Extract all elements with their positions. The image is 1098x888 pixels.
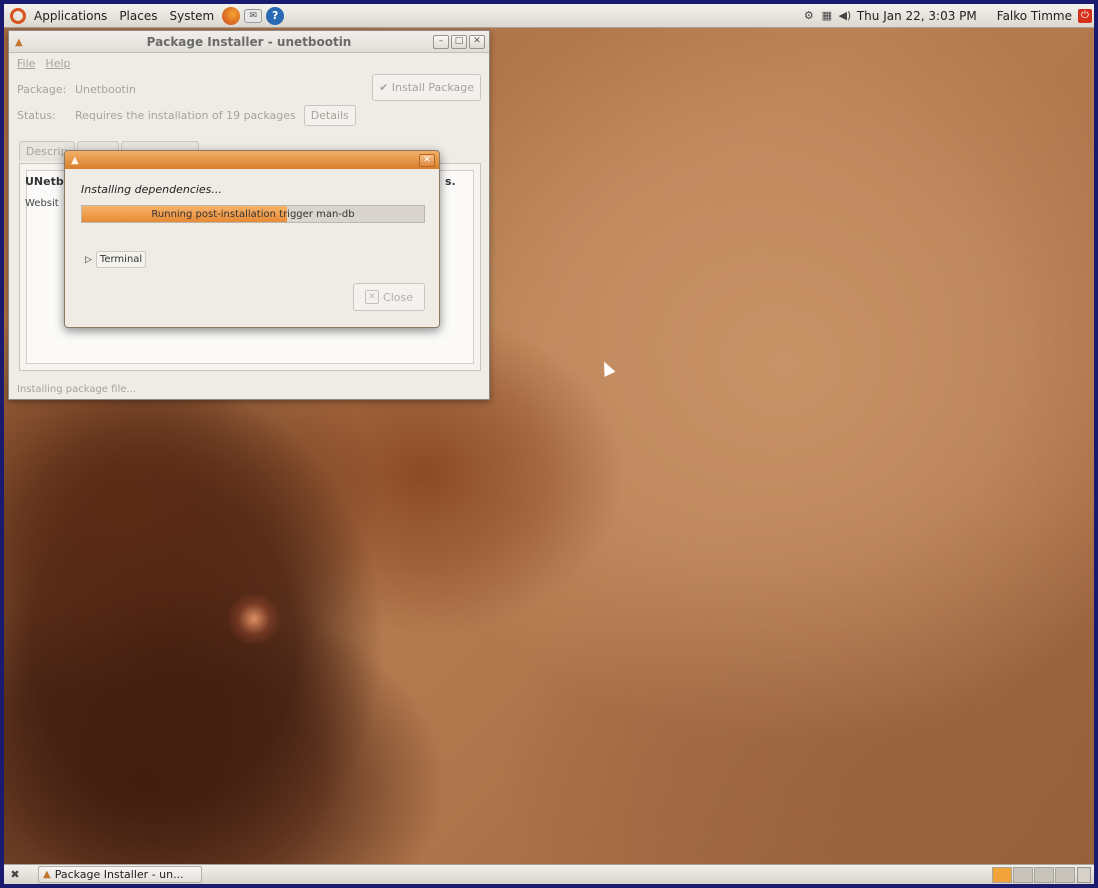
menu-help[interactable]: Help xyxy=(45,57,70,70)
show-desktop-icon[interactable]: ✖ xyxy=(8,868,22,882)
dialog-titlebar[interactable]: ▲ ✕ xyxy=(65,151,439,169)
menu-places[interactable]: Places xyxy=(113,4,163,27)
volume-icon[interactable]: ◀) xyxy=(838,9,851,22)
window-title: Package Installer - unetbootin xyxy=(146,34,352,49)
menu-file[interactable]: File xyxy=(17,57,35,70)
details-button[interactable]: Details xyxy=(303,105,356,126)
top-panel: Applications Places System ✉ ? ⚙ ▦ ◀) Th… xyxy=(4,4,1094,28)
status-row: Status: Requires the installation of 19 … xyxy=(9,105,489,126)
status-label: Status: xyxy=(17,109,56,122)
panel-tray: ⚙ ▦ ◀) Thu Jan 22, 3:03 PM Falko Timme ⏻ xyxy=(803,4,1094,27)
dialog-message: Installing dependencies... xyxy=(81,183,222,196)
progress-text: Running post-installation trigger man-db xyxy=(151,208,355,220)
description-heading-tail: s. xyxy=(445,175,456,188)
taskbar-button-package-installer[interactable]: ▲ Package Installer - un... xyxy=(38,866,202,883)
status-value: Requires the installation of 19 packages xyxy=(75,109,296,122)
package-value: Unetbootin xyxy=(75,83,136,96)
progress-bar: Running post-installation trigger man-db xyxy=(81,205,425,223)
logout-icon[interactable]: ⏻ xyxy=(1078,8,1092,23)
bottom-panel: ✖ ▲ Package Installer - un... xyxy=(4,864,1094,884)
terminal-label: Terminal xyxy=(95,251,147,268)
main-menu: Applications Places System ✉ ? xyxy=(4,4,286,27)
menu-applications[interactable]: Applications xyxy=(28,4,113,27)
menu-system[interactable]: System xyxy=(163,4,220,27)
window-statusbar: Installing package file... xyxy=(17,384,136,395)
desktop-screen: Applications Places System ✉ ? ⚙ ▦ ◀) Th… xyxy=(4,4,1094,884)
taskbar-app-icon: ▲ xyxy=(43,869,51,880)
window-titlebar[interactable]: ▲ Package Installer - unetbootin – □ ✕ xyxy=(9,31,489,53)
workspace-3[interactable] xyxy=(1034,866,1054,883)
maximize-button[interactable]: □ xyxy=(451,34,467,49)
package-row: Package: Unetbootin ✔ Install Package xyxy=(9,74,489,101)
minimize-button[interactable]: – xyxy=(433,34,449,49)
help-icon[interactable]: ? xyxy=(266,6,285,25)
workspace-switcher xyxy=(992,866,1075,883)
wallpaper-highlight xyxy=(224,594,284,644)
ubuntu-logo-icon[interactable] xyxy=(10,7,26,24)
package-label: Package: xyxy=(17,83,67,96)
website-label: Websit xyxy=(25,198,59,209)
mail-icon[interactable]: ✉ xyxy=(244,8,263,23)
workspace-2[interactable] xyxy=(1013,866,1033,883)
firefox-icon[interactable] xyxy=(222,6,241,25)
workspace-4[interactable] xyxy=(1055,866,1075,883)
update-notifier-icon[interactable]: ⚙ xyxy=(803,9,815,22)
window-menubar: File Help xyxy=(9,53,489,74)
close-icon[interactable]: ✕ xyxy=(469,34,485,49)
dialog-close-button[interactable]: ✕ Close xyxy=(353,283,425,311)
install-icon: ✔ xyxy=(379,81,389,94)
dialog-close-icon[interactable]: ✕ xyxy=(419,153,435,167)
close-button-icon: ✕ xyxy=(365,290,380,304)
expander-arrow-icon: ▷ xyxy=(85,254,92,265)
install-package-button[interactable]: ✔ Install Package xyxy=(372,74,481,101)
taskbar-label: Package Installer - un... xyxy=(54,868,184,881)
trash-icon[interactable] xyxy=(1077,866,1091,883)
terminal-expander[interactable]: ▷ Terminal xyxy=(85,251,147,268)
workspace-1[interactable] xyxy=(992,866,1012,883)
dialog-app-icon: ▲ xyxy=(71,154,79,166)
install-progress-dialog: ▲ ✕ Installing dependencies... Running p… xyxy=(64,150,440,328)
user-name[interactable]: Falko Timme xyxy=(997,9,1072,23)
description-heading: UNetb xyxy=(25,175,64,188)
window-controls: – □ ✕ xyxy=(433,34,485,49)
clock[interactable]: Thu Jan 22, 3:03 PM xyxy=(857,9,977,23)
network-icon[interactable]: ▦ xyxy=(821,9,833,22)
